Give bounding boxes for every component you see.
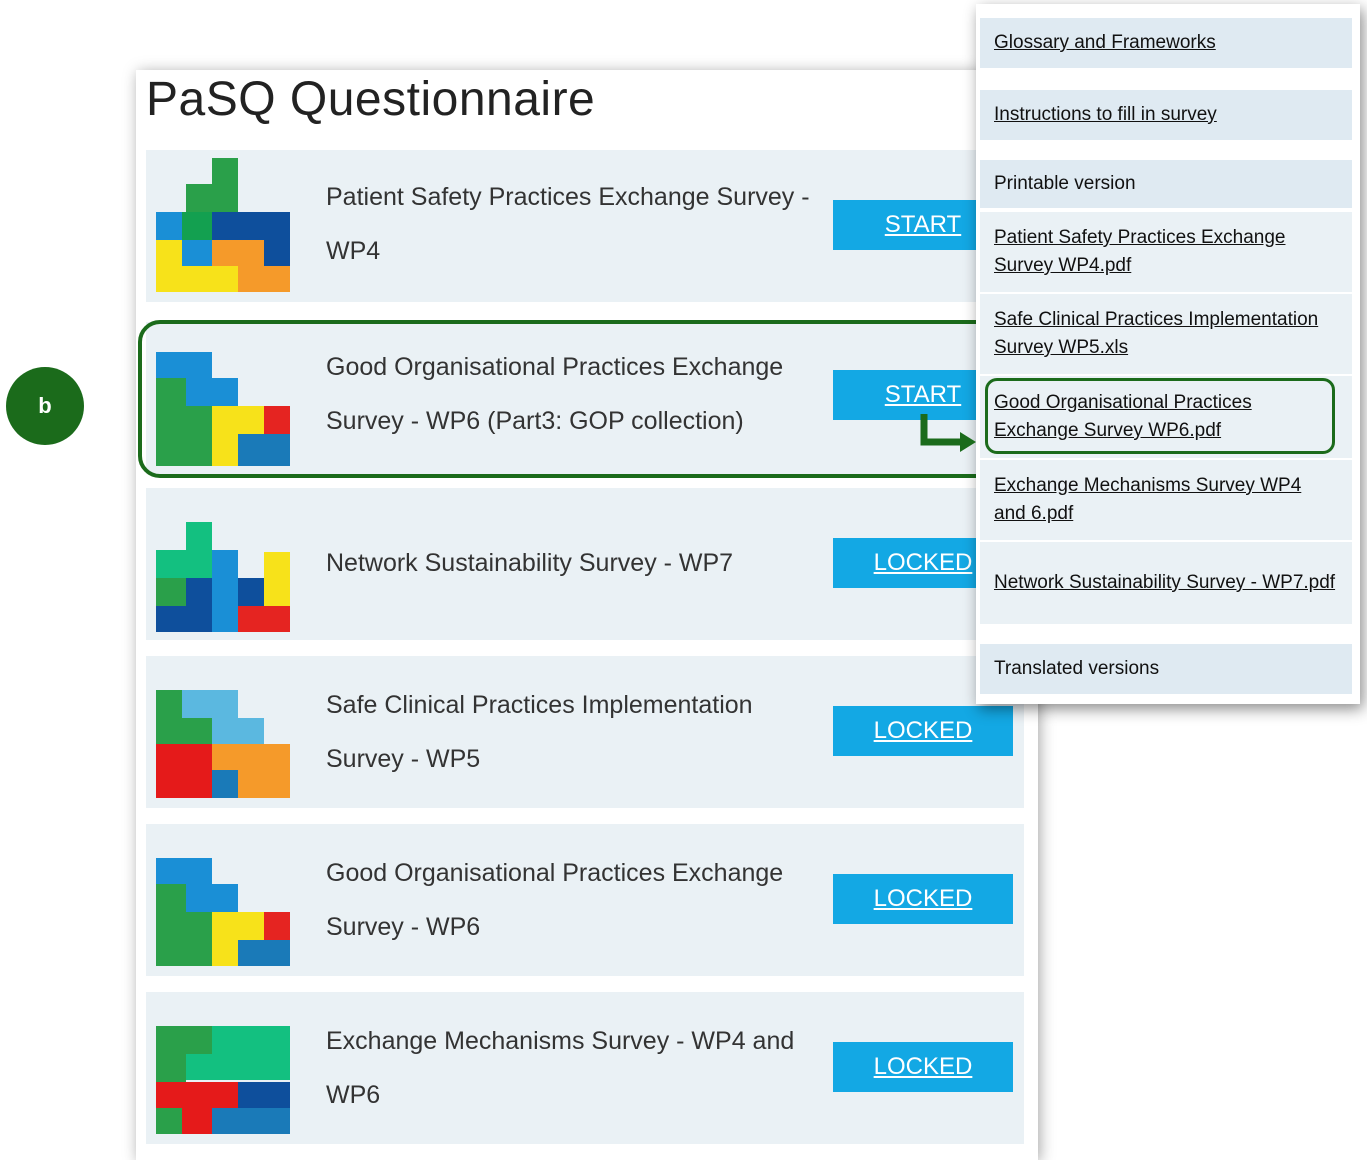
printable-label: Printable version: [994, 173, 1136, 194]
printable-link-wp4-wp6[interactable]: Exchange Mechanisms Survey WP4 and 6.pdf: [980, 460, 1352, 540]
survey-row: Exchange Mechanisms Survey - WP4 and WP6…: [146, 992, 1024, 1144]
survey-title: Exchange Mechanisms Survey - WP4 and WP6: [326, 1027, 795, 1109]
glossary-label: Glossary and Frameworks: [994, 32, 1216, 53]
glossary-link[interactable]: Glossary and Frameworks: [980, 18, 1352, 68]
printable-link-wp7[interactable]: Network Sustainability Survey - WP7.pdf: [980, 542, 1352, 624]
page-title: PaSQ Questionnaire: [146, 73, 596, 126]
survey-row: Patient Safety Practices Exchange Survey…: [146, 150, 1024, 302]
wp7-logo-icon: [156, 496, 290, 632]
instructions-link[interactable]: Instructions to fill in survey: [980, 90, 1352, 140]
translated-label: Translated versions: [994, 658, 1160, 679]
survey-row: Safe Clinical Practices Implementation S…: [146, 656, 1024, 808]
arrow-right-icon: [920, 414, 976, 452]
locked-button[interactable]: LOCKED: [833, 706, 1013, 756]
printable-link-wp5[interactable]: Safe Clinical Practices Implementation S…: [980, 294, 1352, 374]
translated-versions-header: Translated versions: [980, 644, 1352, 694]
printable-link-wp4[interactable]: Patient Safety Practices Exchange Survey…: [980, 212, 1352, 292]
survey-row: Good Organisational Practices Exchange S…: [146, 824, 1024, 976]
survey-row: Network Sustainability Survey - WP7 LOCK…: [146, 488, 1024, 640]
wp6-logo-icon: [156, 832, 290, 966]
locked-button[interactable]: LOCKED: [833, 874, 1013, 924]
highlight-frame: [138, 320, 1018, 478]
survey-title: Safe Clinical Practices Implementation S…: [326, 691, 753, 773]
survey-title: Patient Safety Practices Exchange Survey…: [326, 183, 810, 265]
wp4-wp6-logo-icon: [156, 1000, 290, 1134]
popup-highlight-frame: [985, 378, 1335, 454]
wp5-logo-icon: [156, 664, 290, 798]
survey-title: Network Sustainability Survey - WP7: [326, 549, 734, 577]
survey-title: Good Organisational Practices Exchange S…: [326, 859, 784, 941]
locked-button[interactable]: LOCKED: [833, 1042, 1013, 1092]
annotation-badge: b: [6, 367, 84, 445]
printable-version-header: Printable version: [980, 160, 1352, 208]
wp4-logo-icon: [156, 158, 290, 292]
instructions-label: Instructions to fill in survey: [994, 104, 1217, 125]
